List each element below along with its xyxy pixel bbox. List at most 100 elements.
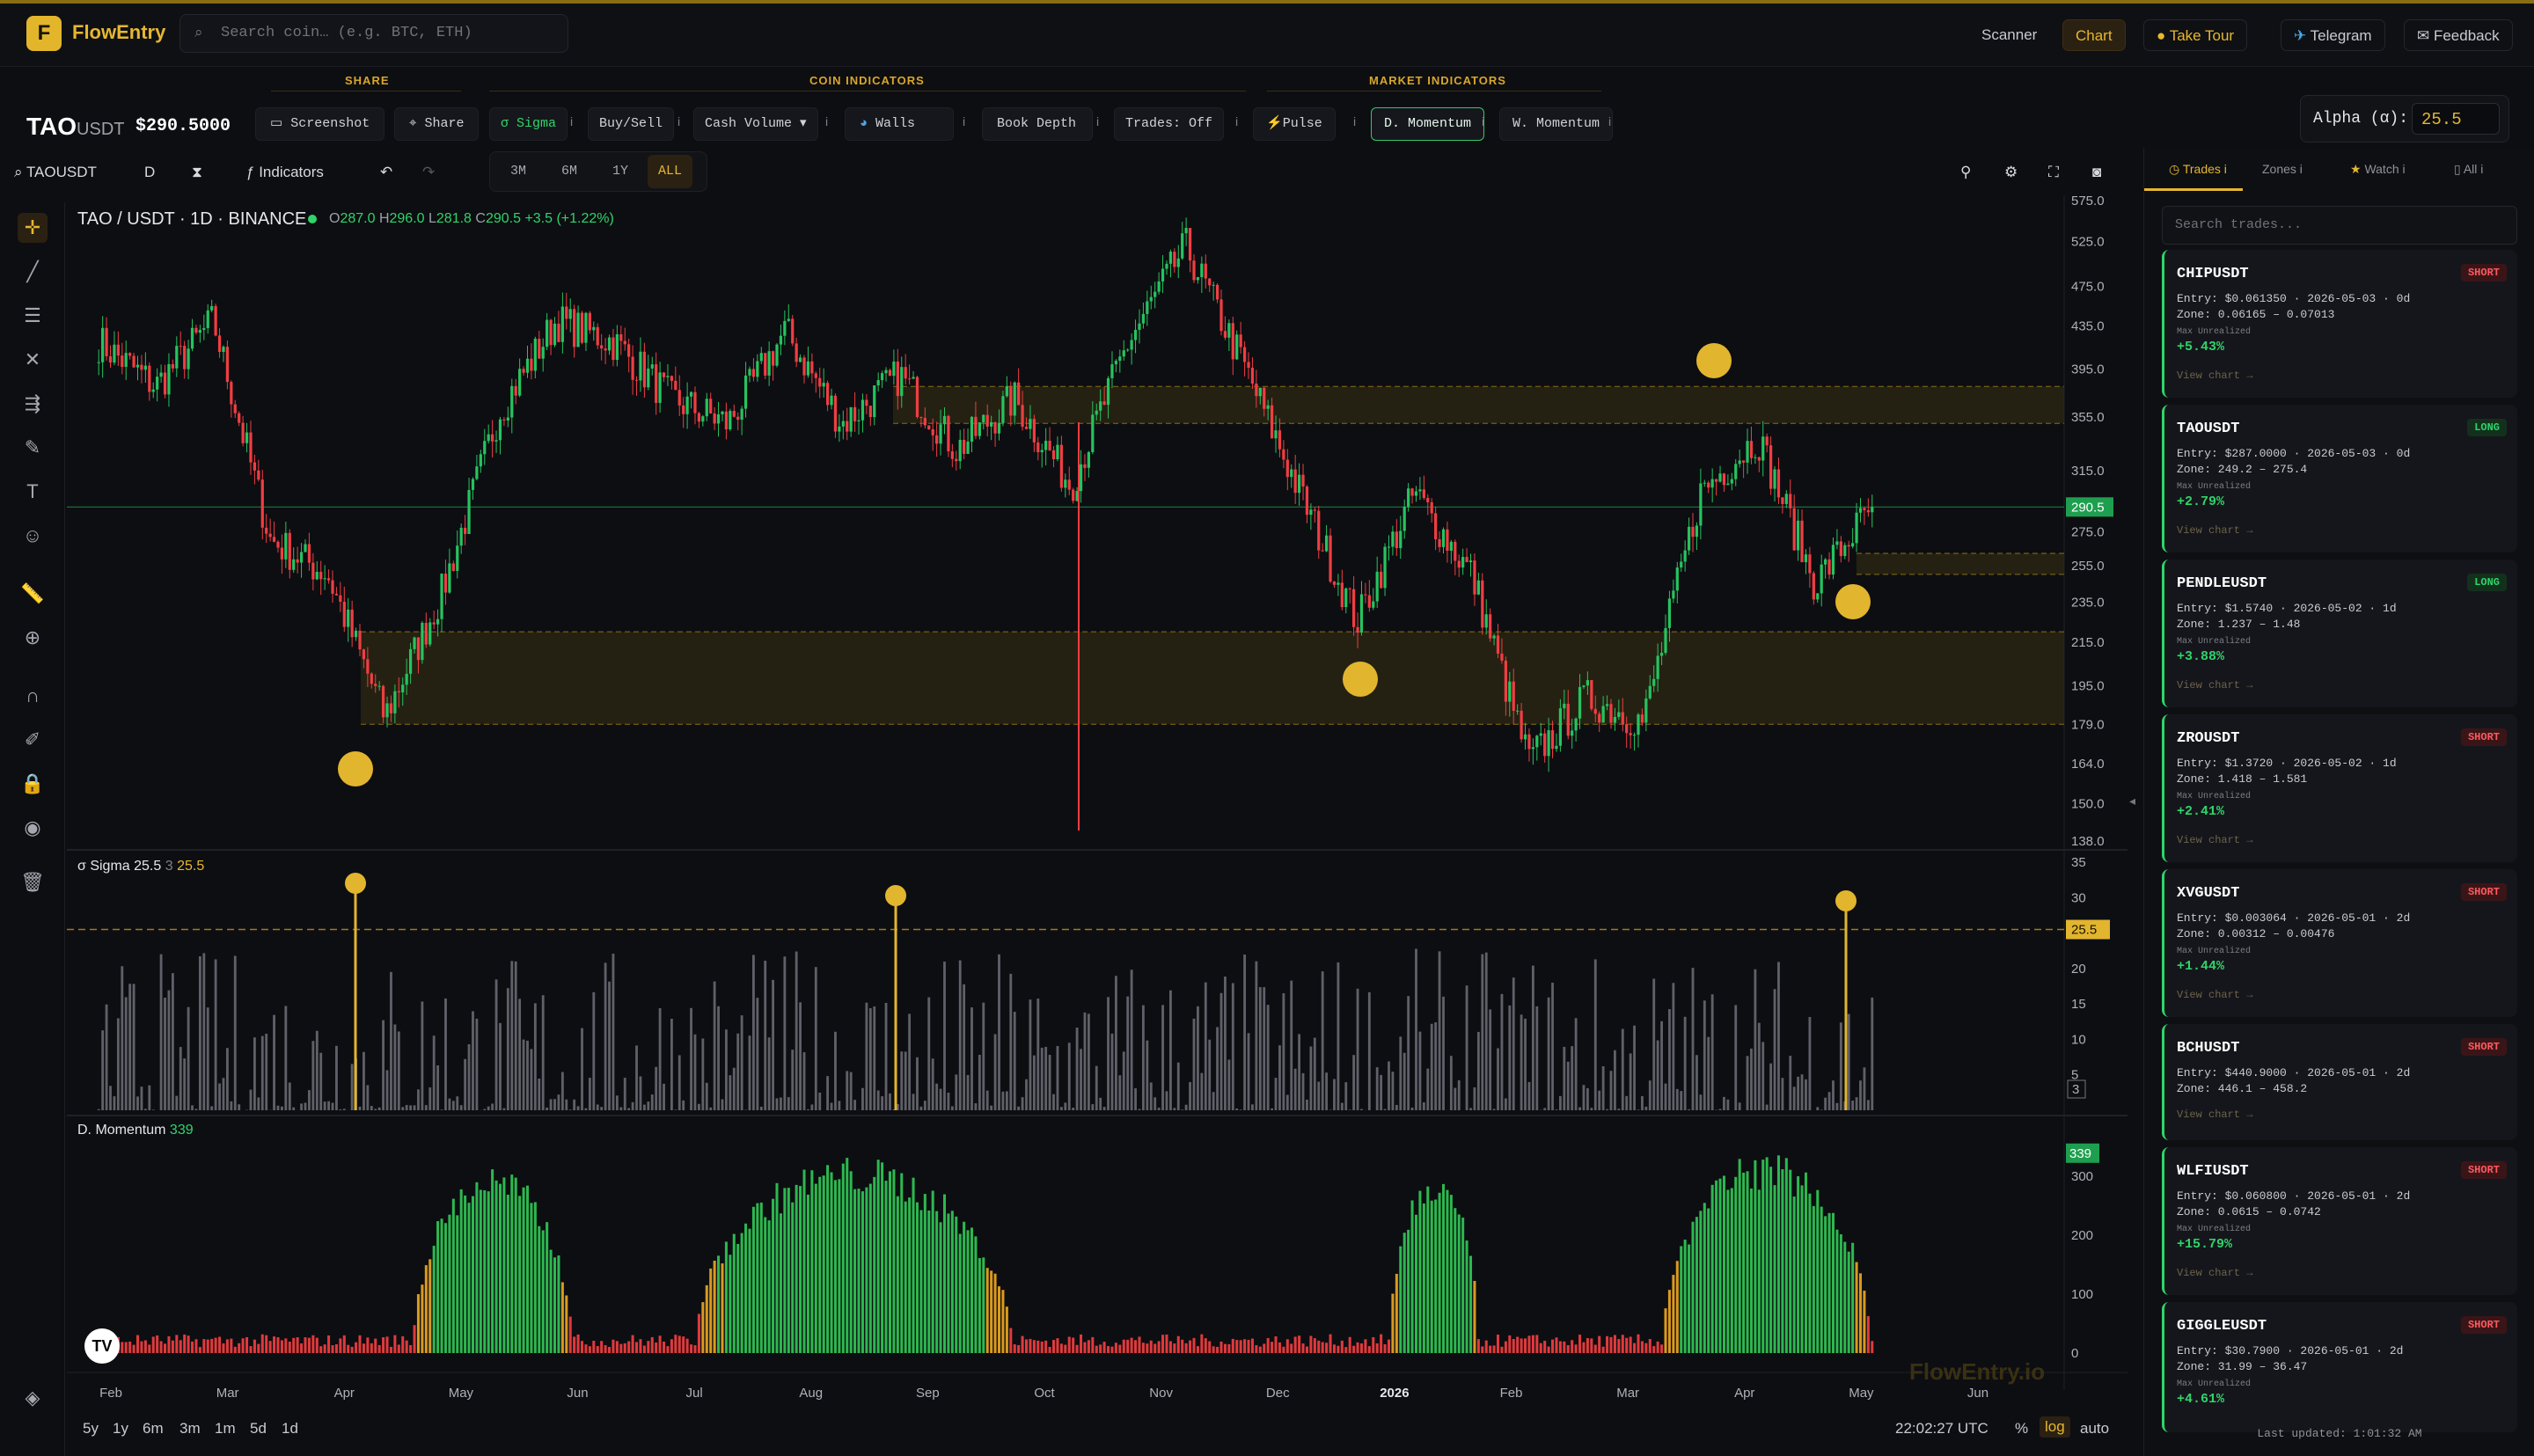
nav-feedback[interactable]: ✉ Feedback <box>2404 19 2513 51</box>
momentum-bar <box>1422 1203 1425 1353</box>
view-chart-link[interactable]: View chart → <box>2177 989 2252 1001</box>
bottom-range-6m[interactable]: 6m <box>143 1420 164 1438</box>
momentum-bar <box>1153 1343 1157 1353</box>
feedback-label: Feedback <box>2433 27 2500 44</box>
momentum-bar <box>1531 1335 1534 1353</box>
sigma-bar <box>916 1057 919 1110</box>
momentum-bar <box>405 1340 408 1353</box>
tab-zones[interactable]: Zones i <box>2262 162 2303 176</box>
candle-body <box>713 413 716 424</box>
collapse-panel-icon[interactable]: ◂ <box>2129 794 2135 808</box>
candle-body <box>97 362 100 363</box>
price-tick-label: 575.0 <box>2071 194 2105 209</box>
candle-body <box>1122 350 1125 357</box>
momentum-bar <box>935 1211 939 1353</box>
trade-card[interactable]: GIGGLEUSDT SHORT Entry: $30.7900 · 2026-05… <box>2162 1302 2517 1432</box>
sigma-bar <box>1593 959 1597 1110</box>
trade-card[interactable]: WLFIUSDT SHORT Entry: $0.060800 · 2026-05-… <box>2162 1147 2517 1295</box>
trade-card[interactable]: ZROUSDT SHORT Entry: $1.3720 · 2026-05-02 … <box>2162 714 2517 862</box>
momentum-bar <box>1414 1214 1418 1353</box>
chart-area[interactable]: 575.0525.0475.0435.0395.0355.0315.0275.0… <box>0 0 2128 1456</box>
trade-card[interactable]: XVGUSDT SHORT Entry: $0.003064 · 2026-05-0… <box>2162 869 2517 1017</box>
bottom-range-5y[interactable]: 5y <box>83 1420 99 1438</box>
tab-watch[interactable]: ★ Watch i <box>2350 162 2406 177</box>
candle-body <box>1102 401 1106 406</box>
percent-toggle[interactable]: % <box>2015 1420 2028 1438</box>
trade-card[interactable]: TAOUSDT LONG Entry: $287.0000 · 2026-05-03… <box>2162 405 2517 552</box>
price-tick-label: 179.0 <box>2071 717 2105 732</box>
tab-trades[interactable]: ◷ Trades i <box>2169 162 2227 177</box>
view-chart-link[interactable]: View chart → <box>2177 834 2252 846</box>
sigma-bar <box>1091 1104 1095 1110</box>
momentum-bar <box>1820 1206 1823 1353</box>
momentum-bar <box>1126 1339 1130 1353</box>
alpha-input[interactable]: 25.5 <box>2412 103 2500 135</box>
momentum-bar <box>1134 1340 1138 1353</box>
sigma-bar <box>1009 973 1013 1110</box>
momentum-bar <box>1512 1338 1515 1353</box>
candle-body <box>432 622 436 625</box>
candle-body <box>950 451 954 459</box>
momentum-bar <box>740 1233 743 1353</box>
momentum-bar <box>853 1189 857 1353</box>
momentum-bar <box>300 1343 304 1353</box>
nav-take-tour[interactable]: ● Take Tour <box>2143 19 2248 51</box>
momentum-bar <box>1192 1337 1196 1353</box>
candle-body <box>740 408 743 421</box>
max-unrealized-label: Max Unrealized <box>2177 1379 2252 1389</box>
candle-body <box>108 355 113 363</box>
candle-body <box>1449 541 1453 552</box>
view-chart-link[interactable]: View chart → <box>2177 524 2252 537</box>
trade-zone: Zone: 249.2 – 275.4 <box>2177 463 2308 476</box>
candle-body <box>1313 509 1316 511</box>
sigma-bar <box>273 1014 275 1110</box>
sigma-bar <box>483 1108 487 1110</box>
candle-body <box>428 622 432 645</box>
view-chart-link[interactable]: View chart → <box>2177 679 2252 691</box>
tab-all[interactable]: ▯ All i <box>2454 162 2483 177</box>
sigma-bar <box>1293 1068 1297 1110</box>
candle-body <box>1843 545 1847 557</box>
bottom-range-1m[interactable]: 1m <box>215 1420 236 1438</box>
candle-body <box>1500 653 1504 661</box>
trade-card[interactable]: CHIPUSDT SHORT Entry: $0.061350 · 2026-05-… <box>2162 250 2517 398</box>
candle-body <box>1508 681 1512 702</box>
view-chart-link[interactable]: View chart → <box>2177 1108 2252 1121</box>
trade-card[interactable]: BCHUSDT SHORT Entry: $440.9000 · 2026-05-0… <box>2162 1024 2517 1140</box>
momentum-bar <box>1208 1341 1212 1353</box>
bottom-range-1d[interactable]: 1d <box>282 1420 298 1438</box>
sigma-bar <box>1285 1094 1289 1110</box>
sigma-bar <box>1476 1031 1480 1110</box>
view-chart-link[interactable]: View chart → <box>2177 369 2252 382</box>
sigma-bar <box>1508 1005 1512 1110</box>
candle-body <box>1746 441 1749 463</box>
sigma-bar <box>1777 962 1780 1110</box>
sigma-bar <box>1543 1108 1547 1110</box>
tradingview-logo[interactable]: TV <box>84 1328 120 1364</box>
candle-body <box>1675 567 1679 591</box>
candle-body <box>342 601 346 627</box>
view-chart-link[interactable]: View chart → <box>2177 1267 2252 1279</box>
log-toggle[interactable]: log <box>2040 1416 2070 1438</box>
bottom-range-5d[interactable]: 5d <box>250 1420 267 1438</box>
sigma-bar <box>1426 1068 1430 1110</box>
candle-body <box>919 416 923 419</box>
momentum-bar <box>1765 1157 1769 1353</box>
momentum-bar <box>666 1346 670 1353</box>
trade-card[interactable]: PENDLEUSDT LONG Entry: $1.5740 · 2026-05-0… <box>2162 560 2517 707</box>
momentum-bar <box>1149 1340 1153 1353</box>
bottom-range-3m[interactable]: 3m <box>179 1420 201 1438</box>
sigma-bar <box>884 1002 888 1110</box>
sigma-bar <box>677 1055 681 1110</box>
bottom-range-1y[interactable]: 1y <box>113 1420 128 1438</box>
momentum-bar <box>1271 1342 1274 1353</box>
nav-telegram[interactable]: ✈ Telegram <box>2281 19 2385 51</box>
candle-body <box>1695 525 1699 538</box>
auto-toggle[interactable]: auto <box>2080 1420 2109 1438</box>
momentum-bar <box>175 1335 179 1353</box>
candle-body <box>1667 598 1672 628</box>
telegram-icon: ✈ <box>2294 27 2311 44</box>
trades-search-input[interactable]: Search trades... <box>2162 206 2517 245</box>
momentum-bar <box>1481 1346 1484 1353</box>
candle-body <box>1380 571 1383 589</box>
